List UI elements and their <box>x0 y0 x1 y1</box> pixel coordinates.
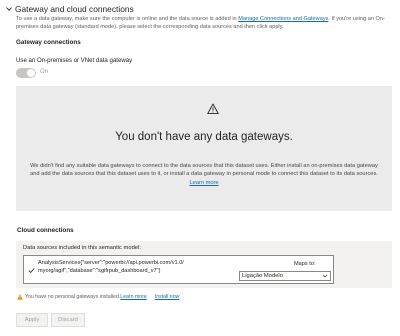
install-now-link[interactable]: Install now <box>155 294 180 300</box>
intro-text: To use a data gateway, make sure the com… <box>16 16 385 30</box>
maps-to-label: Maps to: <box>294 261 316 267</box>
data-source-row: AnalysisServices{"server":"powerbi://api… <box>23 255 334 284</box>
toggle-state-label: On <box>40 69 49 75</box>
toggle-knob <box>27 69 35 77</box>
apply-button[interactable]: Apply <box>16 313 48 327</box>
personal-gateway-notice: You have no personal gateways installed.… <box>17 293 179 301</box>
learn-more-link[interactable]: Learn more <box>189 180 218 186</box>
chevron-down-icon <box>322 273 328 279</box>
cloud-connections-panel: Data sources included in this semantic m… <box>16 241 392 288</box>
section-header[interactable]: Gateway and cloud connections <box>5 4 134 14</box>
maps-to-value: Ligação Modelo <box>242 273 283 279</box>
cloud-connections-heading: Cloud connections <box>17 227 74 234</box>
data-sources-label: Data sources included in this semantic m… <box>23 245 141 251</box>
chevron-down-icon[interactable] <box>5 5 13 13</box>
gateway-connections-heading: Gateway connections <box>16 39 81 46</box>
manage-connections-link[interactable]: Manage Connections and Gateways <box>238 16 328 22</box>
checkmark-icon <box>28 261 35 273</box>
no-gateways-panel: You don't have any data gateways. We did… <box>16 86 392 211</box>
section-title: Gateway and cloud connections <box>15 4 134 14</box>
notice-learn-more-link[interactable]: Learn more <box>120 294 147 300</box>
maps-to-dropdown[interactable]: Ligação Modelo <box>239 271 331 281</box>
onprem-gateway-toggle[interactable] <box>16 68 36 78</box>
empty-state-title: You don't have any data gateways. <box>115 131 293 143</box>
warning-icon <box>207 102 219 115</box>
warning-icon <box>17 294 23 300</box>
empty-state-body: We didn't find any suitable data gateway… <box>30 163 378 186</box>
data-source-name: AnalysisServices{"server":"powerbi://api… <box>38 260 184 274</box>
onprem-gateway-label: Use an On-premises or VNet data gateway <box>16 57 133 64</box>
discard-button[interactable]: Discard <box>51 313 85 327</box>
